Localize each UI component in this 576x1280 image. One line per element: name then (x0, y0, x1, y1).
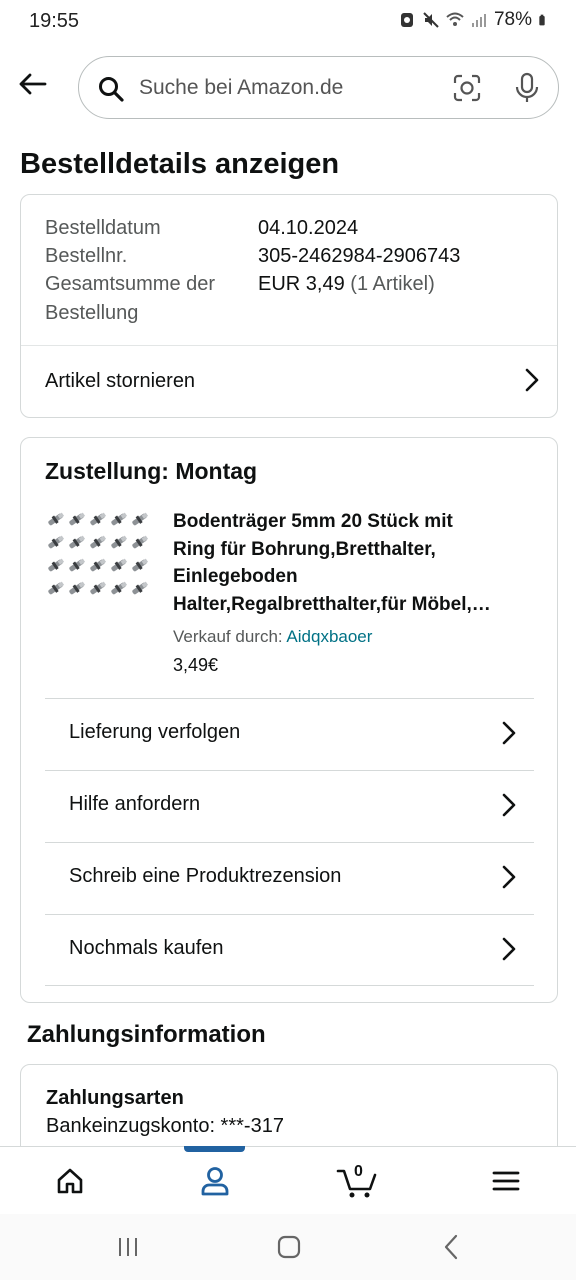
system-nav-bar (0, 1214, 576, 1280)
nav-account[interactable] (175, 1147, 255, 1215)
buy-again-button[interactable]: Nochmals kaufen (45, 914, 534, 986)
home-system-button[interactable] (269, 1230, 309, 1264)
recent-apps-button[interactable] (108, 1230, 148, 1264)
seller-prefix: Verkauf durch: (173, 627, 283, 646)
nav-cart[interactable]: 0 (318, 1147, 398, 1215)
order-total-items: (1 Artikel) (350, 273, 435, 295)
shelf-pin-image (132, 512, 149, 526)
action-label: Lieferung verfolgen (69, 721, 241, 743)
search-icon (99, 77, 124, 102)
order-total-value: EUR 3,49 (1 Artikel) (258, 273, 435, 296)
track-delivery-button[interactable]: Lieferung verfolgen (45, 698, 534, 770)
product-title-line: Ring für Bohrung,Bretthalter, (173, 538, 436, 560)
cancel-items-label: Artikel stornieren (45, 369, 196, 392)
product-thumbnail[interactable] (45, 510, 153, 606)
status-icons: 78% (398, 9, 550, 31)
bottom-nav: 0 (0, 1146, 576, 1214)
account-icon (201, 1167, 229, 1196)
order-summary-card: Bestelldatum 04.10.2024 Bestellnr. 305-2… (20, 194, 558, 418)
delivery-actions: Lieferung verfolgen Hilfe anfordern Schr… (45, 698, 534, 986)
hamburger-menu-icon (492, 1171, 520, 1191)
shelf-pin-image (111, 535, 128, 549)
product-title-line: Halter,Regalbretthalter,für Möbel,… (173, 593, 491, 615)
product-title-line: Einlegeboden (173, 566, 298, 587)
shelf-pin-image (90, 581, 107, 595)
product-title-line: Bodenträger 5mm 20 Stück mit (173, 511, 453, 532)
action-label: Hilfe anfordern (69, 793, 201, 815)
shelf-pin-image (48, 535, 65, 549)
arrow-left-icon (19, 73, 47, 95)
chevron-right-icon (502, 721, 516, 745)
action-label: Nochmals kaufen (69, 937, 224, 959)
home-icon (57, 1168, 83, 1194)
chevron-right-icon (502, 793, 516, 817)
get-help-button[interactable]: Hilfe anfordern (45, 770, 534, 842)
shelf-pin-image (69, 512, 86, 526)
shelf-pin-image (111, 512, 128, 526)
status-bar: 19:55 78% (0, 0, 576, 44)
payment-methods-heading: Zahlungsarten (46, 1087, 184, 1109)
order-total-amount: EUR 3,49 (258, 273, 345, 295)
order-number-value: 305-2462984-2906743 (258, 245, 461, 267)
action-label: Schreib eine Produktrezension (69, 865, 342, 887)
shelf-pin-image (90, 535, 107, 549)
camera-lens-icon[interactable] (452, 73, 482, 103)
cart-count: 0 (354, 1163, 363, 1180)
order-number-label: Bestellnr. (45, 245, 128, 267)
shelf-pin-image (69, 535, 86, 549)
order-date-label: Bestelldatum (45, 217, 161, 239)
microphone-icon[interactable] (514, 72, 540, 104)
shelf-pin-image (69, 581, 86, 595)
search-input[interactable]: Suche bei Amazon.de (78, 56, 559, 119)
delivery-title: Zustellung: Montag (45, 458, 258, 484)
shelf-pin-image (111, 581, 128, 595)
shelf-pin-image (90, 558, 107, 572)
chevron-right-icon (502, 937, 516, 961)
mute-icon (423, 12, 439, 28)
chevron-left-icon (444, 1234, 458, 1260)
order-total-label-line1: Gesamtsumme der (45, 273, 216, 295)
chevron-right-icon (525, 368, 539, 392)
wifi-icon (446, 12, 464, 26)
order-date-value: 04.10.2024 (258, 217, 359, 239)
search-placeholder: Suche bei Amazon.de (139, 76, 344, 99)
page-title: Bestelldetails anzeigen (20, 148, 340, 180)
order-total-label-line2: Bestellung (45, 302, 139, 324)
shelf-pin-image (69, 558, 86, 572)
seller-info: Verkauf durch: Aidqxbaoer (173, 627, 372, 647)
write-review-button[interactable]: Schreib eine Produktrezension (45, 842, 534, 914)
shelf-pin-image (48, 512, 65, 526)
shelf-pin-image (111, 558, 128, 572)
product-price: 3,49€ (173, 655, 219, 675)
product-title-link[interactable]: Bodenträger 5mm 20 Stück mit Ring für Bo… (173, 508, 541, 618)
recycle-icon (400, 13, 413, 27)
battery-icon (539, 14, 545, 26)
chevron-right-icon (502, 865, 516, 889)
nav-menu[interactable] (466, 1147, 546, 1215)
payment-section-title: Zahlungsinformation (27, 1021, 266, 1048)
nav-home[interactable] (30, 1147, 110, 1215)
delivery-card: Zustellung: Montag Bodenträger 5mm 20 St… (20, 437, 558, 1003)
home-square-icon (277, 1235, 301, 1259)
shelf-pin-image (48, 558, 65, 572)
shelf-pin-image (132, 558, 149, 572)
back-button[interactable] (14, 66, 50, 102)
system-back-button[interactable] (431, 1230, 471, 1264)
seller-link[interactable]: Aidqxbaoer (286, 627, 372, 646)
battery-percent: 78% (493, 9, 532, 30)
status-time: 19:55 (29, 10, 80, 32)
cancel-items-row[interactable]: Artikel stornieren (21, 346, 557, 416)
payment-method-value: Bankeinzugskonto: ***-317 (46, 1115, 284, 1137)
shelf-pin-image (48, 581, 65, 595)
shelf-pin-image (132, 581, 149, 595)
shelf-pin-image (132, 535, 149, 549)
signal-icon (471, 14, 486, 27)
recent-apps-icon (119, 1238, 137, 1256)
shelf-pin-image (90, 512, 107, 526)
